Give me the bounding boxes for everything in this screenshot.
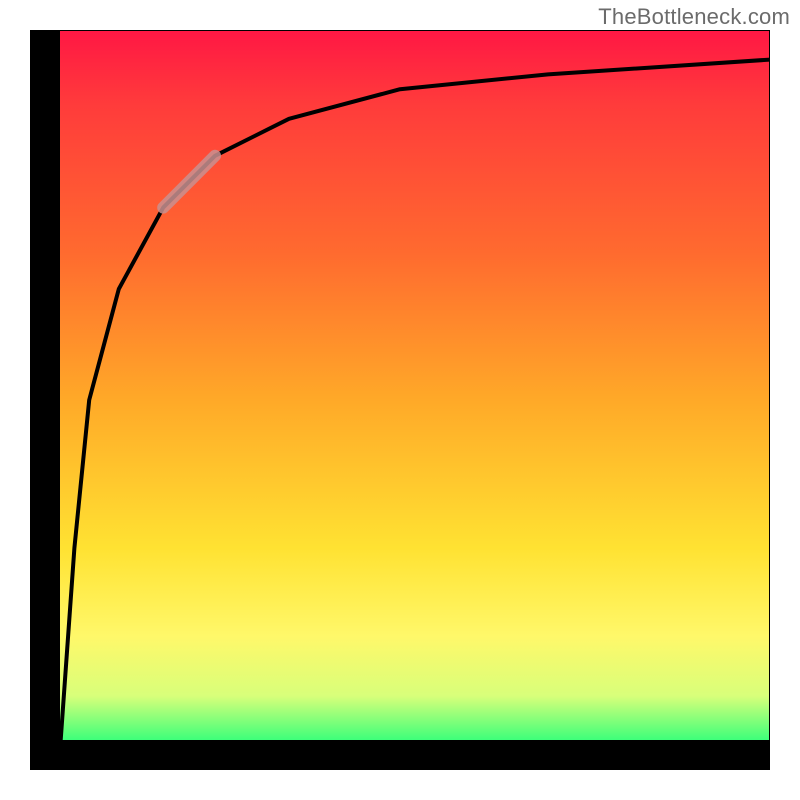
chart-frame: TheBottleneck.com [0,0,800,800]
plot-gradient-background [30,30,770,770]
watermark-text: TheBottleneck.com [598,4,790,30]
